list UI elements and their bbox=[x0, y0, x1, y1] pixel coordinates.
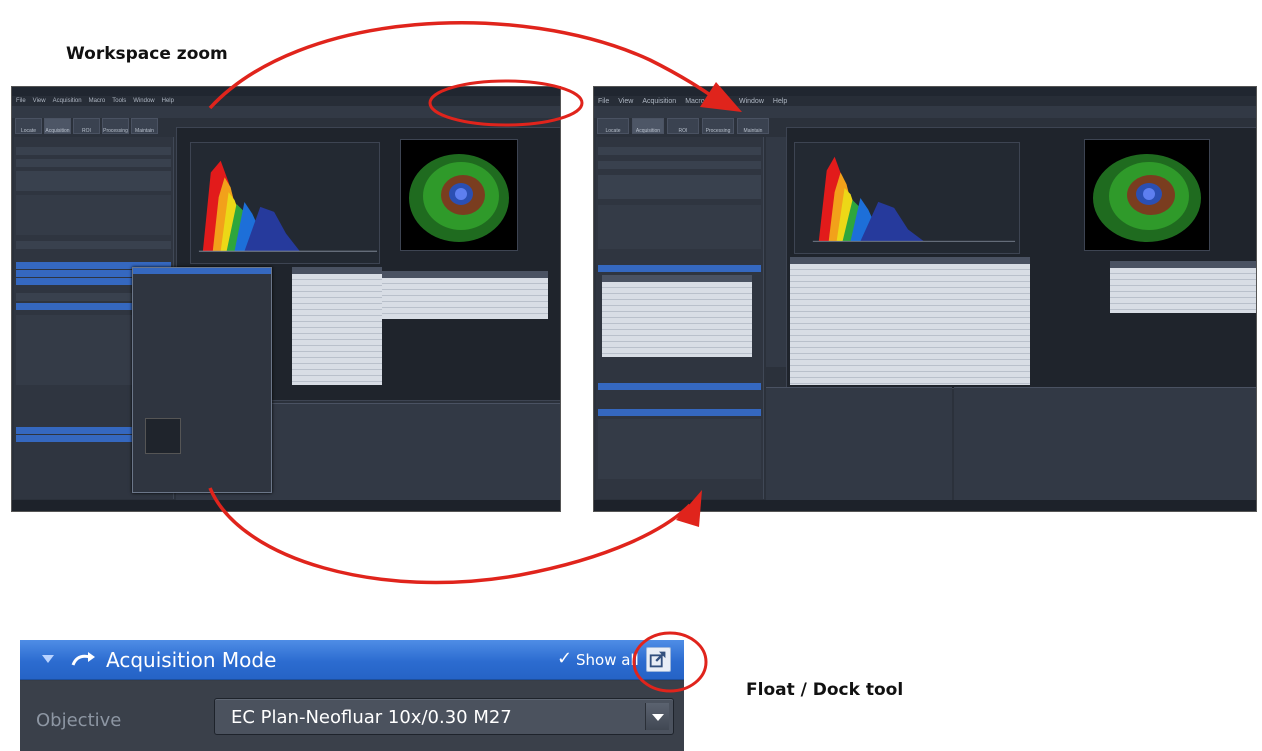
tab-acquisition[interactable]: Acquisition bbox=[44, 118, 71, 134]
menu-macro[interactable]: Macro bbox=[89, 98, 106, 104]
menu-tools[interactable]: Tools bbox=[714, 98, 730, 105]
channel-table bbox=[292, 267, 382, 385]
acquisition-mode-tool-zoom: Acquisition Mode ✓ Show all Objective EC… bbox=[20, 640, 684, 751]
cell-image-thumbnail bbox=[1084, 139, 1210, 251]
intensity-table-header bbox=[382, 271, 548, 278]
menu-window[interactable]: Window bbox=[133, 98, 154, 104]
tab-maintain[interactable]: Maintain bbox=[737, 118, 769, 134]
menu-view[interactable]: View bbox=[618, 98, 633, 105]
tab-roi[interactable]: ROI bbox=[667, 118, 699, 134]
floating-acquisition-mode[interactable] bbox=[132, 267, 272, 493]
objective-value: EC Plan-Neofluar 10x/0.30 M27 bbox=[231, 707, 512, 728]
tab-locate[interactable]: Locate bbox=[15, 118, 42, 134]
title-bar bbox=[594, 87, 1256, 96]
menu-acquisition[interactable]: Acquisition bbox=[53, 98, 82, 104]
dimension-options bbox=[16, 195, 171, 235]
toolbar bbox=[594, 106, 1256, 118]
experiment-manager-row[interactable] bbox=[16, 147, 171, 155]
menu-bar: File View Acquisition Macro Tools Window… bbox=[594, 96, 1256, 106]
tool-header[interactable]: Acquisition Mode ✓ Show all bbox=[20, 640, 684, 680]
laser-table-header bbox=[602, 275, 752, 282]
float-dock-caption: Float / Dock tool bbox=[746, 680, 904, 700]
experiment-manager-row[interactable] bbox=[598, 147, 761, 155]
toolbar bbox=[12, 106, 560, 118]
channel-table-header bbox=[292, 267, 382, 274]
acquisition-mode-panel bbox=[598, 419, 761, 479]
main-tabs: Locate Acquisition ROI Processing Mainta… bbox=[12, 118, 158, 136]
cell-image-thumbnail bbox=[400, 139, 518, 251]
histogram-chart bbox=[794, 142, 1020, 254]
intensity-table-rows bbox=[1110, 268, 1256, 313]
action-buttons-row[interactable] bbox=[16, 171, 171, 191]
float-dock-icon bbox=[649, 651, 666, 668]
tab-processing[interactable]: Processing bbox=[102, 118, 129, 134]
float-dock-button[interactable] bbox=[646, 647, 671, 672]
dimension-options bbox=[598, 205, 761, 249]
menu-file[interactable]: File bbox=[16, 98, 26, 104]
smart-setup-row[interactable] bbox=[16, 159, 171, 167]
intensity-table-rows bbox=[382, 278, 548, 319]
scan-area-preview bbox=[145, 418, 181, 454]
menu-tools[interactable]: Tools bbox=[112, 98, 126, 104]
main-tabs: Locate Acquisition ROI Processing Mainta… bbox=[594, 118, 769, 136]
chevron-down-icon[interactable] bbox=[645, 703, 669, 730]
menu-bar: File View Acquisition Macro Tools Window… bbox=[12, 96, 560, 106]
tab-acquisition[interactable]: Acquisition bbox=[632, 118, 664, 134]
view-type-sidebar bbox=[766, 137, 786, 367]
histogram-options-panel bbox=[954, 387, 1256, 501]
smart-setup-row[interactable] bbox=[598, 161, 761, 169]
histogram-chart bbox=[190, 142, 380, 264]
menu-macro[interactable]: Macro bbox=[685, 98, 704, 105]
channel-table-rows bbox=[790, 264, 1030, 385]
left-tool-panel bbox=[596, 137, 764, 499]
screenshot-zoomed-workspace: File View Acquisition Macro Tools Window… bbox=[593, 86, 1257, 512]
show-all-label[interactable]: Show all bbox=[576, 651, 639, 669]
status-bar bbox=[594, 500, 1256, 511]
screenshot-normal-zoom: File View Acquisition Macro Tools Window… bbox=[11, 86, 561, 512]
workspace-zoom-caption: Workspace zoom bbox=[66, 44, 228, 64]
tool-title: Acquisition Mode bbox=[106, 648, 277, 672]
floating-header[interactable] bbox=[133, 268, 271, 274]
show-all-check-icon[interactable]: ✓ bbox=[557, 648, 572, 669]
menu-help[interactable]: Help bbox=[162, 98, 174, 104]
laser-table-rows bbox=[602, 282, 752, 357]
channel-table-rows bbox=[292, 274, 382, 385]
tab-maintain[interactable]: Maintain bbox=[131, 118, 158, 134]
objective-select[interactable]: EC Plan-Neofluar 10x/0.30 M27 bbox=[214, 698, 674, 735]
title-bar bbox=[12, 87, 560, 96]
menu-view[interactable]: View bbox=[33, 98, 46, 104]
acquisition-mode-icon bbox=[71, 652, 95, 666]
acquisition-mode-row[interactable] bbox=[598, 409, 761, 416]
action-buttons-row[interactable] bbox=[598, 175, 761, 199]
menu-file[interactable]: File bbox=[598, 98, 609, 105]
light-path-section[interactable] bbox=[598, 383, 761, 390]
intensity-table bbox=[1110, 261, 1256, 313]
menu-window[interactable]: Window bbox=[739, 98, 764, 105]
tab-roi[interactable]: ROI bbox=[73, 118, 100, 134]
channel-table-header bbox=[790, 257, 1030, 264]
tab-processing[interactable]: Processing bbox=[702, 118, 734, 134]
tab-locate[interactable]: Locate bbox=[597, 118, 629, 134]
objective-label: Objective bbox=[36, 710, 122, 731]
dimensions-panel bbox=[766, 387, 952, 501]
status-bar bbox=[12, 500, 560, 511]
tool-body: Objective EC Plan-Neofluar 10x/0.30 M27 bbox=[20, 681, 684, 751]
menu-help[interactable]: Help bbox=[773, 98, 787, 105]
channel-table bbox=[790, 257, 1030, 385]
collapse-arrow-icon[interactable] bbox=[42, 655, 54, 663]
laser-table bbox=[602, 275, 752, 357]
menu-acquisition[interactable]: Acquisition bbox=[642, 98, 676, 105]
intensity-table-header bbox=[1110, 261, 1256, 268]
intensity-table bbox=[382, 271, 548, 319]
acquisition-parameter-row[interactable] bbox=[16, 241, 171, 249]
light-path-row[interactable] bbox=[598, 265, 761, 272]
